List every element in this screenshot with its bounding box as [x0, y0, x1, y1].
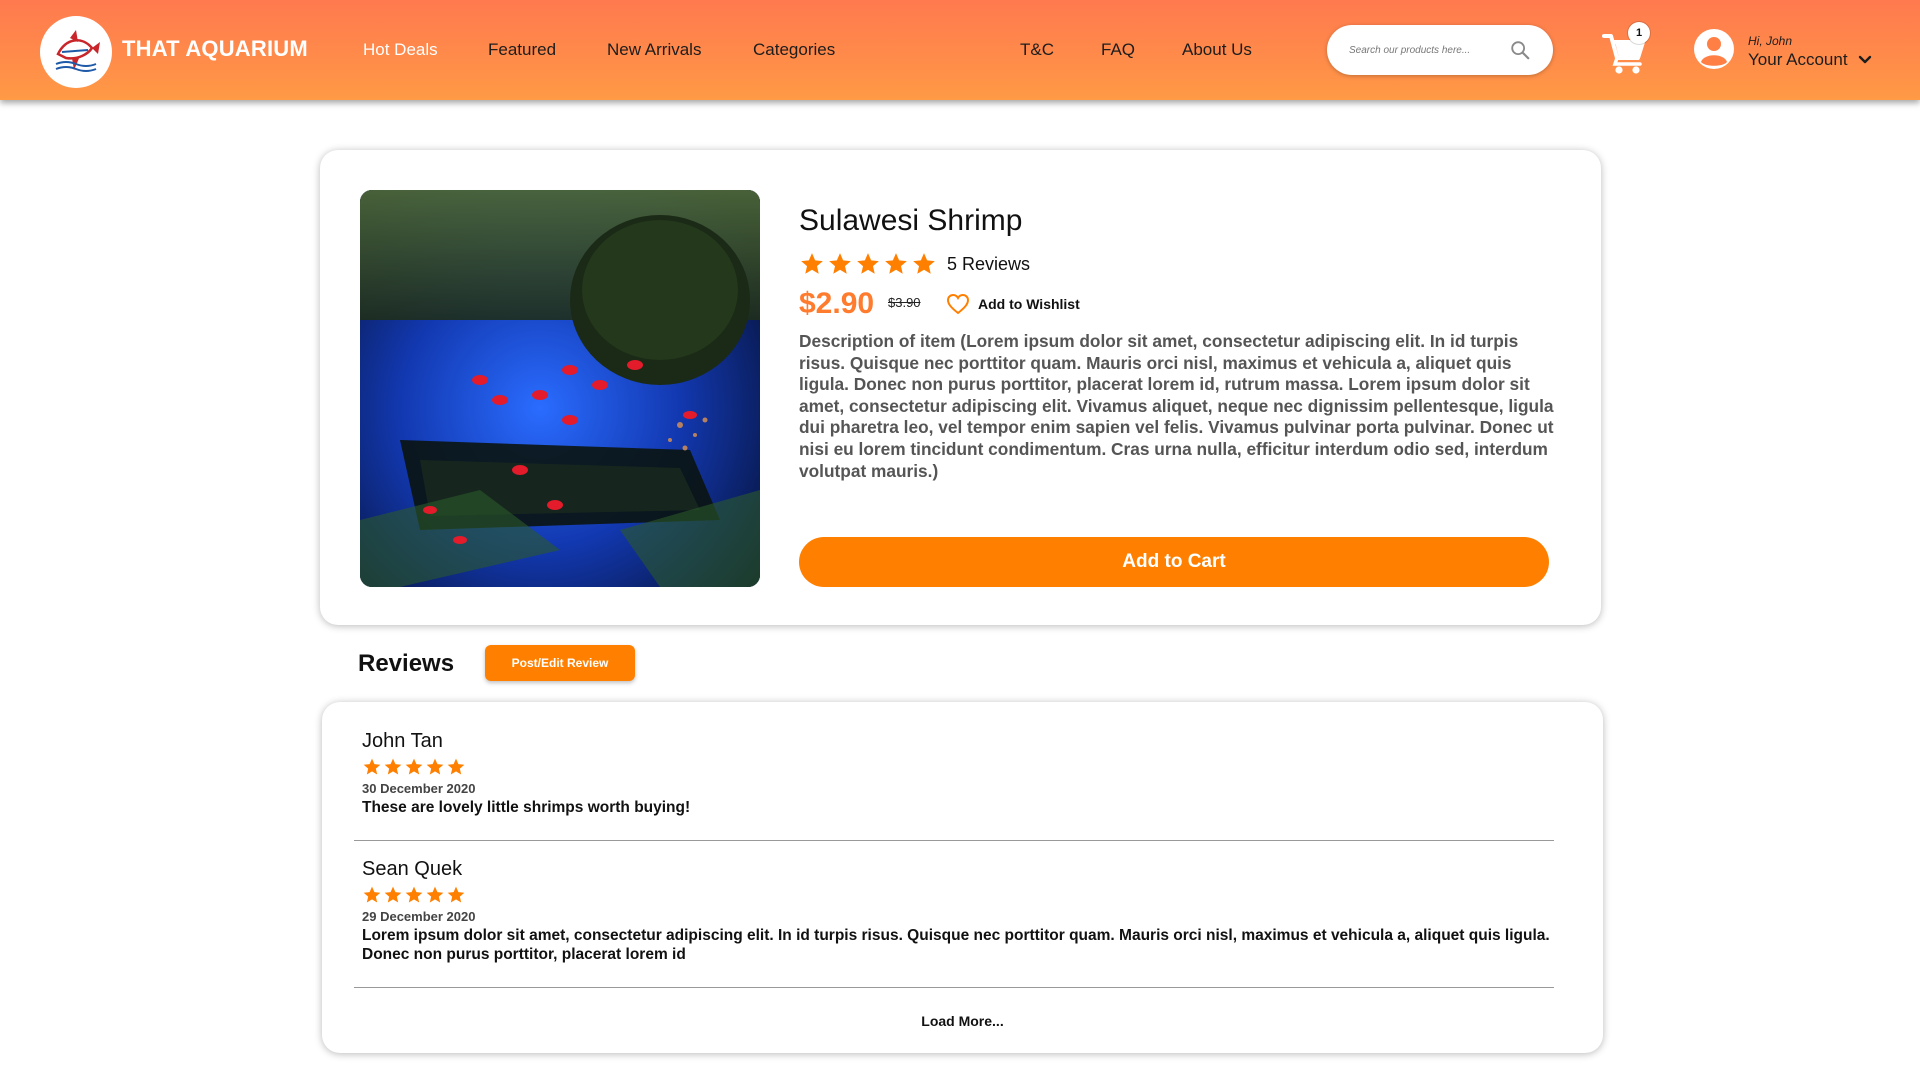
nav-about-us[interactable]: About Us — [1182, 40, 1252, 60]
reviews-list: John Tan 30 December 2020 These are love… — [322, 702, 1603, 1053]
review-item: Sean Quek 29 December 2020 Lorem ipsum d… — [362, 858, 1562, 964]
star-icon — [363, 758, 381, 775]
greeting-text: Hi, John — [1748, 34, 1793, 48]
search-icon[interactable] — [1509, 39, 1531, 61]
account-menu-label[interactable]: Your Account — [1748, 50, 1848, 70]
star-icon — [857, 253, 879, 274]
review-date: 29 December 2020 — [362, 909, 476, 924]
reviewer-name: Sean Quek — [362, 858, 463, 880]
star-icon — [405, 758, 423, 775]
star-icon — [405, 886, 423, 903]
review-divider — [354, 987, 1554, 988]
review-count-link[interactable]: 5 Reviews — [947, 254, 1030, 275]
star-icon — [384, 758, 402, 775]
review-text: These are lovely little shrimps worth bu… — [362, 799, 691, 816]
star-icon — [885, 253, 907, 274]
nav-new-arrivals[interactable]: New Arrivals — [607, 40, 701, 60]
angelfish-logo-icon[interactable] — [40, 16, 112, 88]
star-icon — [384, 886, 402, 903]
product-description: Description of item (Lorem ipsum dolor s… — [799, 331, 1554, 481]
chevron-down-icon[interactable] — [1858, 54, 1872, 66]
product-rating: 5 Reviews — [799, 250, 1030, 278]
add-to-cart-button[interactable]: Add to Cart — [799, 537, 1549, 587]
star-icon — [447, 758, 465, 775]
add-to-wishlist-button[interactable]: Add to Wishlist — [946, 293, 1080, 315]
review-item: John Tan 30 December 2020 These are love… — [362, 730, 1562, 817]
review-rating — [362, 885, 1562, 907]
current-price: $2.90 — [799, 287, 875, 320]
load-more-link[interactable]: Load More... — [322, 1013, 1603, 1029]
heart-icon — [946, 293, 970, 315]
product-image — [360, 190, 760, 587]
nav-featured[interactable]: Featured — [488, 40, 556, 60]
review-text: Lorem ipsum dolor sit amet, consectetur … — [362, 927, 1550, 963]
search-input[interactable] — [1349, 40, 1499, 60]
user-avatar-icon[interactable] — [1693, 28, 1735, 70]
star-icon — [447, 886, 465, 903]
reviewer-name: John Tan — [362, 730, 443, 752]
review-divider — [354, 840, 1554, 841]
nav-faq[interactable]: FAQ — [1101, 40, 1135, 60]
review-date: 30 December 2020 — [362, 781, 476, 796]
star-icon — [426, 758, 444, 775]
star-icon — [913, 253, 935, 274]
cart-count-badge: 1 — [1628, 22, 1650, 44]
review-rating — [362, 757, 1562, 779]
star-icon — [829, 253, 851, 274]
wishlist-label: Add to Wishlist — [978, 296, 1080, 312]
product-card: Sulawesi Shrimp 5 Reviews $2.90 $3.90 Ad… — [320, 150, 1601, 625]
original-price: $3.90 — [888, 295, 921, 310]
search-bar — [1327, 25, 1553, 75]
nav-hot-deals[interactable]: Hot Deals — [363, 40, 438, 60]
top-navigation-bar: THAT AQUARIUM Hot Deals Featured New Arr… — [0, 0, 1920, 100]
post-edit-review-button[interactable]: Post/Edit Review — [485, 645, 635, 681]
brand-name[interactable]: THAT AQUARIUM — [122, 36, 308, 62]
nav-terms[interactable]: T&C — [1020, 40, 1054, 60]
nav-categories[interactable]: Categories — [753, 40, 835, 60]
product-title: Sulawesi Shrimp — [799, 204, 1023, 237]
star-icon — [801, 253, 823, 274]
star-icon — [363, 886, 381, 903]
reviews-heading: Reviews — [358, 650, 455, 677]
star-icon — [426, 886, 444, 903]
